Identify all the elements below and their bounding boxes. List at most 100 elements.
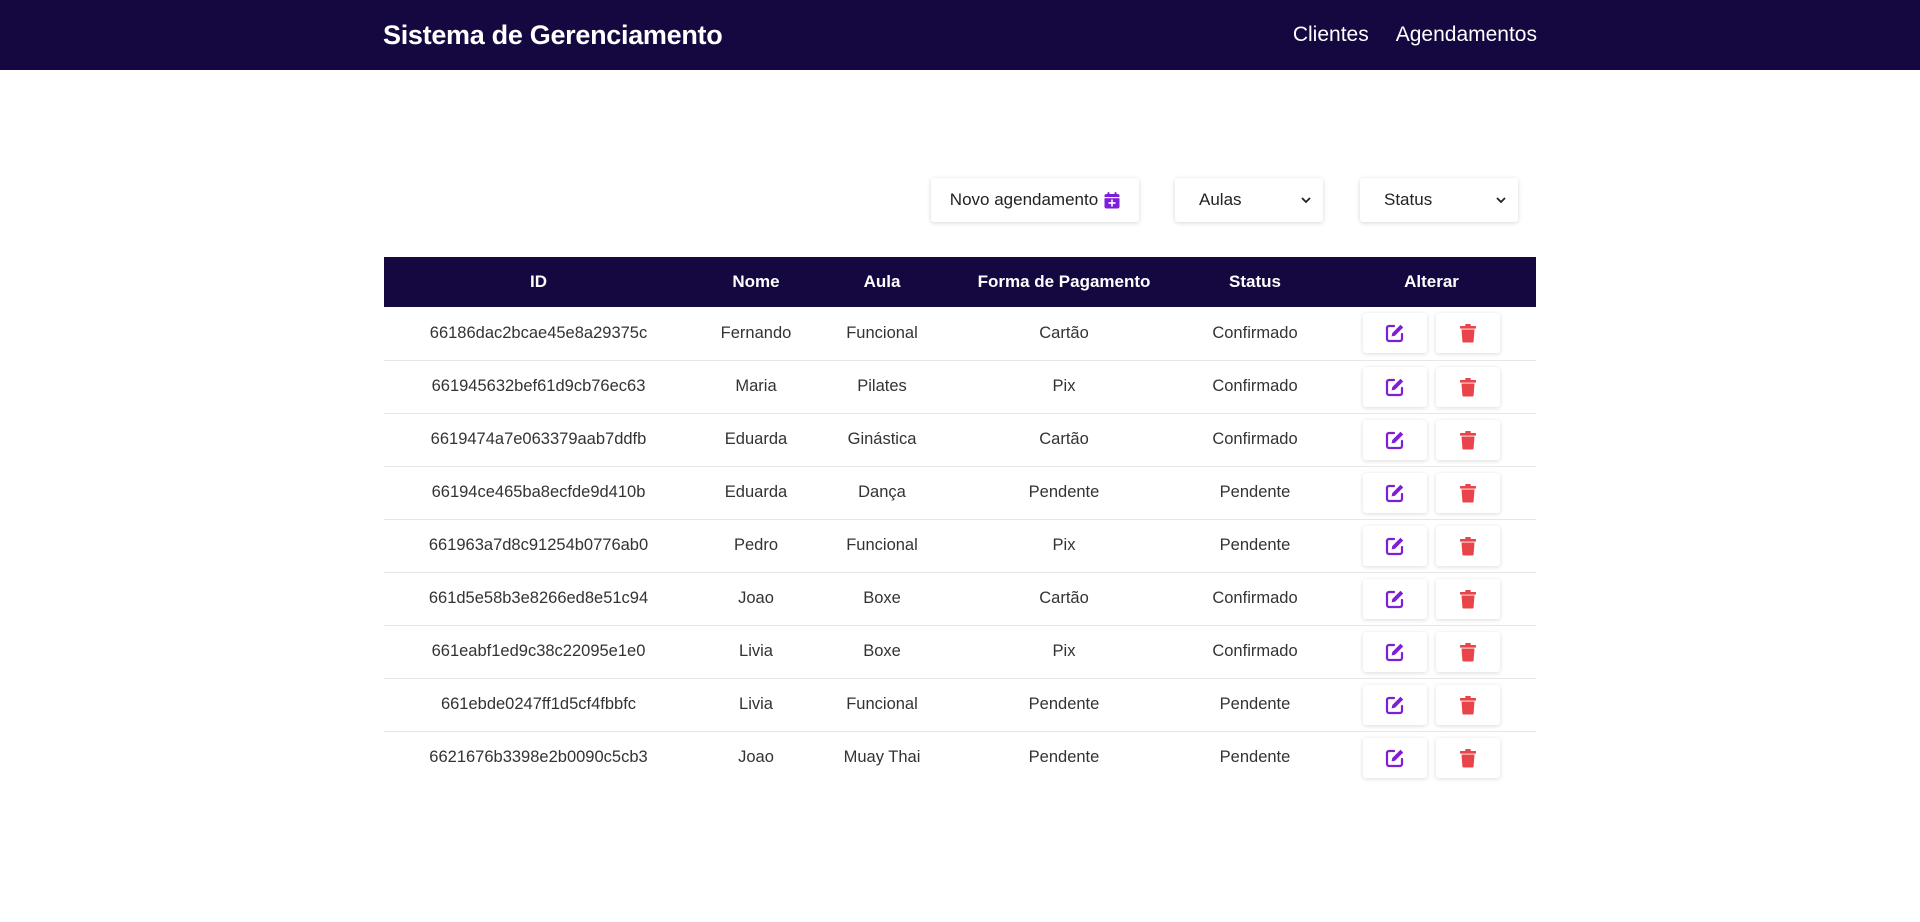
edit-button[interactable] [1363,472,1427,513]
table-row: 661963a7d8c91254b0776ab0 Pedro Funcional Pi… [384,519,1536,573]
navbar: Sistema de Gerenciamento Clientes Agenda… [0,0,1920,70]
cell-pagamento: Cartão [945,307,1183,361]
edit-button[interactable] [1363,578,1427,619]
toolbar: Novo agendamento Aulas Status [0,178,1920,222]
cell-actions [1327,519,1536,573]
row-actions [1327,472,1536,513]
edit-button[interactable] [1363,684,1427,725]
row-actions [1327,684,1536,725]
cell-status: Confirmado [1183,625,1327,679]
cell-aula: Funcional [819,678,945,732]
trash-icon [1460,483,1476,502]
cell-actions [1327,466,1536,520]
row-actions [1327,737,1536,778]
cell-status: Pendente [1183,466,1327,520]
trash-icon [1460,589,1476,608]
cell-nome: Pedro [693,519,819,573]
delete-button[interactable] [1436,472,1500,513]
cell-pagamento: Pix [945,519,1183,573]
cell-actions [1327,625,1536,679]
cell-id: 661945632bef61d9cb76ec63 [384,360,693,414]
cell-actions [1327,307,1536,361]
column-header-alterar: Alterar [1404,272,1459,291]
edit-button[interactable] [1363,631,1427,672]
chevron-down-icon [1301,178,1311,222]
cell-id: 661eabf1ed9c38c22095e1e0 [384,625,693,679]
cell-id: 661ebde0247ff1d5cf4fbbfc [384,678,693,732]
delete-button[interactable] [1436,631,1500,672]
cell-aula: Pilates [819,360,945,414]
table-row: 661eabf1ed9c38c22095e1e0 Livia Boxe Pix Conf… [384,625,1536,679]
cell-pagamento: Cartão [945,413,1183,467]
delete-button[interactable] [1436,419,1500,460]
table-row: 66186dac2bcae45e8a29375c Fernando Funciona… [384,307,1536,361]
cell-status: Pendente [1183,678,1327,732]
trash-icon [1460,748,1476,768]
nav-link-agendamentos[interactable]: Agendamentos [1396,23,1537,47]
row-actions [1327,419,1536,460]
table-row: 6619474a7e063379aab7ddfb Eduarda Ginástica… [384,413,1536,467]
cell-pagamento: Pendente [1028,748,1100,767]
table-row: 6621676b3398e2b0090c5cb3 Joao Muay Thai Pen… [384,731,1536,784]
cell-aula: Muay Thai [843,748,921,767]
cell-nome: Fernando [693,307,819,361]
trash-icon [1460,430,1476,449]
edit-icon [1385,696,1404,714]
new-appointment-label: Novo agendamento [949,190,1099,209]
row-actions [1327,366,1536,407]
delete-button[interactable] [1436,313,1500,354]
table-row: 661ebde0247ff1d5cf4fbbfc Livia Funcional Pe… [384,678,1536,732]
edit-icon [1385,590,1404,608]
trash-icon [1460,536,1476,555]
cell-status: Confirmado [1183,307,1327,361]
row-actions [1327,578,1536,619]
new-appointment-button[interactable]: Novo agendamento [931,178,1139,222]
edit-button[interactable] [1363,419,1427,460]
edit-icon [1385,749,1404,767]
edit-button[interactable] [1363,525,1427,566]
row-actions [1327,525,1536,566]
cell-pagamento: Pendente [945,466,1183,520]
column-header-status: Status [1229,272,1281,291]
cell-aula: Boxe [819,625,945,679]
delete-button[interactable] [1436,684,1500,725]
table-row: 661945632bef61d9cb76ec63 Maria Pilates Pix C… [384,360,1536,414]
edit-button[interactable] [1363,737,1427,778]
cell-aula: Ginástica [819,413,945,467]
column-header-aula: Aula [863,272,901,291]
delete-button[interactable] [1436,737,1500,778]
cell-id: 661d5e58b3e8266ed8e51c94 [384,572,693,626]
cell-pagamento: Pendente [945,678,1183,732]
app-title[interactable]: Sistema de Gerenciamento [383,0,723,70]
delete-button[interactable] [1436,578,1500,619]
cell-nome: Maria [693,360,819,414]
status-select-value: Status [1384,190,1433,209]
cell-pagamento: Pix [945,625,1183,679]
nav-link-clientes[interactable]: Clientes [1293,23,1369,47]
cell-aula: Funcional [819,519,945,573]
cell-pagamento: Pix [945,360,1183,414]
nav-links: Clientes Agendamentos [1293,0,1537,70]
cell-nome: Eduarda [693,466,819,520]
delete-button[interactable] [1436,366,1500,407]
cell-actions [1327,572,1536,626]
edit-icon [1385,325,1404,343]
cell-status: Pendente [1183,519,1327,573]
cell-aula: Funcional [819,307,945,361]
chevron-down-icon [1496,178,1506,222]
trash-icon [1460,377,1476,396]
column-header-nome: Nome [732,272,780,291]
trash-icon [1460,324,1476,343]
cell-id: 66194ce465ba8ecfde9d410b [384,466,693,520]
row-actions [1327,313,1536,354]
cell-status: Confirmado [1183,360,1327,414]
column-header-id: ID [530,272,547,291]
row-actions [1327,631,1536,672]
edit-icon [1385,643,1404,661]
edit-button[interactable] [1363,366,1427,407]
cell-nome: Joao [693,572,819,626]
delete-button[interactable] [1436,525,1500,566]
aulas-select[interactable]: Aulas [1175,178,1323,222]
edit-button[interactable] [1363,313,1427,354]
status-select[interactable]: Status [1360,178,1518,222]
